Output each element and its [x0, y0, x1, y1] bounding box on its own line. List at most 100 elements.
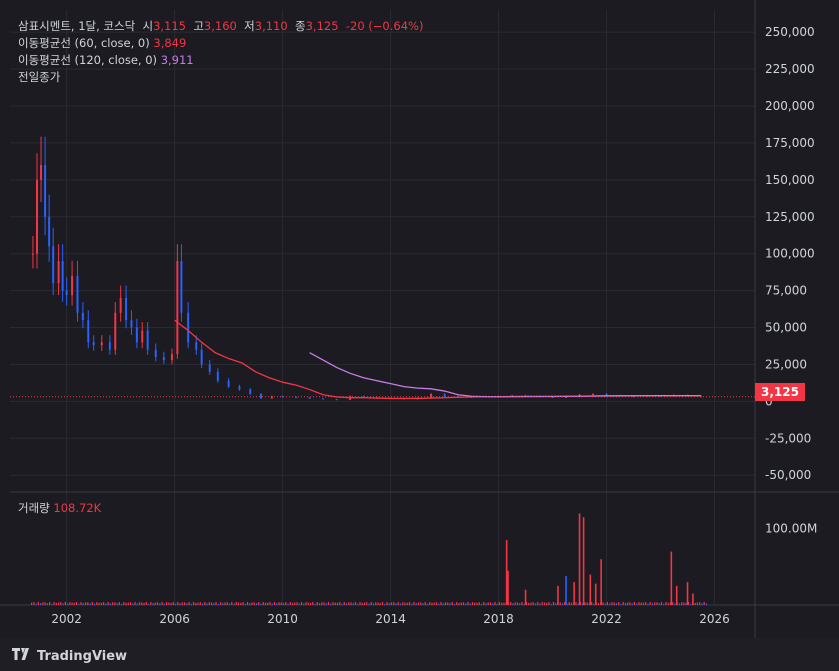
ma120-value: 3,911 [160, 53, 194, 67]
volume-bar [658, 603, 660, 605]
volume-bar [44, 602, 46, 605]
candle-body [76, 275, 79, 313]
ma120-legend[interactable]: 이동평균선 (120, close, 0) 3,911 [18, 52, 194, 69]
volume-bar [186, 603, 188, 605]
volume-bar [228, 603, 231, 605]
volume-bar [89, 603, 91, 605]
prev-close-legend[interactable]: 전일종가 [18, 69, 60, 86]
y-tick-label: -25,000 [765, 431, 811, 445]
volume-bar [298, 603, 300, 605]
volume-bar [240, 602, 242, 605]
volume-bar [287, 603, 289, 605]
volume-bar [246, 601, 249, 605]
volume-bar [183, 602, 186, 605]
tradingview-logo[interactable]: TradingView [12, 648, 127, 664]
volume-bar [93, 603, 96, 605]
volume-bar [489, 602, 492, 605]
candle-body [81, 312, 84, 321]
candle-body [208, 364, 211, 372]
volume-bar [460, 602, 462, 605]
volume-bar [534, 603, 537, 605]
volume-bar [444, 602, 447, 605]
volume-bar [618, 602, 620, 605]
volume-bar [237, 602, 240, 605]
volume-bar [514, 602, 516, 605]
chart-svg[interactable]: 250,000 225,000 200,000 175,000 150,000 125,0… [0, 0, 839, 638]
volume-bar [343, 601, 345, 605]
candle-body [44, 165, 47, 217]
volume-bar [332, 602, 334, 605]
volume-bar [296, 602, 298, 605]
candle-body [238, 386, 241, 390]
volume-bar [471, 602, 474, 605]
volume-bar [98, 602, 100, 605]
symbol-label[interactable]: 삼표시멘트, 1달, 코스닥 [18, 19, 135, 33]
volume-bar [642, 602, 645, 605]
volume-bar [152, 602, 154, 605]
volume-bar [465, 603, 467, 605]
volume-bar [696, 602, 699, 605]
volume-bar [501, 602, 503, 605]
candle-body [61, 261, 64, 291]
volume-bar [208, 602, 210, 605]
volume-bar [336, 602, 339, 605]
volume-bar [589, 574, 592, 605]
volume-bar [91, 601, 93, 605]
y-tick-label: 250,000 [765, 25, 815, 39]
volume-bar [111, 602, 114, 605]
volume-bar [645, 602, 647, 605]
volume-bar [235, 602, 237, 605]
candle-body [48, 216, 51, 247]
candle-body [57, 261, 60, 284]
volume-bar [147, 603, 150, 605]
volume-bar [192, 602, 195, 605]
volume-bar [561, 603, 564, 605]
volume-bar [703, 601, 705, 605]
volume-bar [663, 603, 665, 605]
volume-bar [280, 602, 282, 605]
volume-bar [447, 602, 449, 605]
candle-body [135, 327, 138, 343]
candle-body [52, 246, 55, 284]
volume-tick-label: 100.00M [765, 522, 817, 536]
volume-bar [541, 602, 543, 605]
volume-bar [600, 559, 602, 605]
volume-bar [35, 603, 37, 605]
volume-bar [231, 601, 233, 605]
volume-bar [224, 602, 226, 605]
volume-bar [132, 603, 134, 605]
volume-bar [134, 601, 136, 605]
volume-bar [532, 602, 534, 605]
volume-bar [701, 603, 703, 605]
volume-bar [503, 602, 505, 605]
volume-bar [334, 602, 336, 605]
ma60-legend[interactable]: 이동평균선 (60, close, 0) 3,849 [18, 35, 186, 52]
volume-bar [573, 582, 575, 605]
volume-bar [565, 576, 567, 605]
volume-bar [411, 603, 413, 605]
volume-bar [528, 602, 530, 605]
volume-bar [492, 603, 494, 605]
volume-legend[interactable]: 거래량 108.72K [18, 500, 101, 517]
volume-bar [100, 602, 102, 605]
volume-bar [197, 602, 199, 605]
volume-bar [424, 601, 426, 605]
volume-bar [570, 602, 573, 605]
volume-bar [694, 602, 696, 605]
y-tick-label: 100,000 [765, 247, 815, 261]
volume-bar [150, 602, 152, 605]
volume-bar [213, 602, 215, 605]
candle-body [216, 371, 219, 381]
volume-bar [125, 602, 127, 605]
volume-bar [636, 603, 638, 605]
volume-bar [555, 602, 557, 605]
candle-body [443, 394, 446, 397]
volume-bar [291, 602, 294, 605]
volume-bar [413, 601, 415, 605]
volume-bar [251, 602, 253, 605]
volume-bar [386, 602, 388, 605]
volume-bar [120, 603, 123, 605]
volume-bar [550, 603, 552, 605]
volume-bar [582, 517, 585, 605]
candle-body [40, 165, 43, 180]
